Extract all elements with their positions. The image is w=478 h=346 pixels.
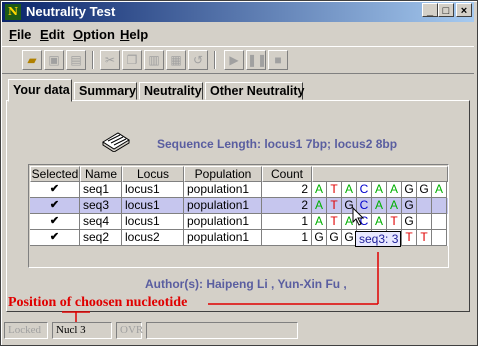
- annotation-label: Position of choosen nucleotide: [8, 295, 188, 310]
- status-message: [146, 322, 298, 339]
- nucleotide-tooltip: seq3: 3: [355, 231, 401, 247]
- status-overwrite: OVR: [116, 322, 143, 339]
- tab-your-data[interactable]: Your data: [8, 79, 72, 102]
- status-locked: Locked: [4, 322, 48, 339]
- mouse-pointer-icon: [352, 207, 365, 226]
- status-nucleotide-position: Nucl 3: [52, 322, 112, 339]
